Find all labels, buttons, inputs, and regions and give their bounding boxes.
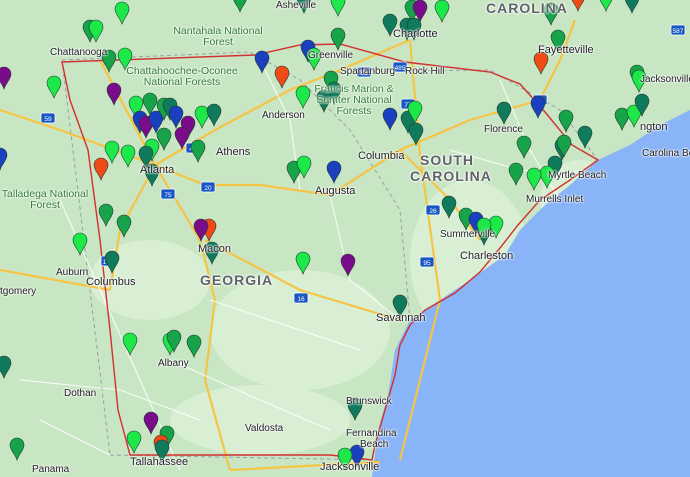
map-marker-icon[interactable] [98,203,114,227]
city-label-greenville[interactable]: Greenville [308,50,353,61]
map-marker-icon[interactable] [104,140,120,164]
city-label-augusta[interactable]: Augusta [315,185,355,197]
city-label-albany[interactable]: Albany [158,358,189,369]
city-label-auburn[interactable]: Auburn [56,267,88,278]
map-marker-icon[interactable] [168,105,184,129]
city-label-fernandina-beach[interactable]: Beach [360,439,388,450]
map-marker-icon[interactable] [72,232,88,256]
forest-label-talladega: Talladega National Forest [1,188,89,211]
city-label-athens[interactable]: Athens [216,146,250,158]
city-label-summerville[interactable]: Summerville [440,229,495,240]
highway-shield-75: 75 [160,188,176,200]
map-marker-icon[interactable] [193,218,209,242]
forest-label-nantahala: Nantahala National Forest [173,25,263,48]
city-label-macon[interactable]: Macon [198,243,231,255]
state-label-carolina: CAROLINA [410,168,492,184]
city-label-anderson[interactable]: Anderson [262,110,305,121]
svg-text:587: 587 [673,28,684,35]
city-label-valdosta[interactable]: Valdosta [245,423,283,434]
map-marker-icon[interactable] [122,332,138,356]
highway-shield-20: 20 [200,181,216,193]
map-marker-icon[interactable] [599,0,613,12]
city-label-carolina-beach[interactable]: Carolina Be [642,148,690,159]
highway-shield-16: 16 [293,292,309,304]
map-marker-icon[interactable] [93,157,109,181]
map-marker-icon[interactable] [143,411,159,435]
svg-text:20: 20 [204,185,212,192]
map-marker-icon[interactable] [233,0,247,13]
city-label-fernandina[interactable]: Fernandina [346,428,397,439]
city-label-jacksonville-nc[interactable]: Jacksonville [640,74,690,85]
forest-label-francis-marion: Francis Marion & Sumter National Forests [314,83,394,117]
map-marker-icon[interactable] [120,144,136,168]
city-label-florence[interactable]: Florence [484,124,523,135]
city-label-charleston[interactable]: Charleston [460,250,513,262]
city-label-wilmington[interactable]: ngton [640,121,668,133]
map-marker-icon[interactable] [530,95,546,119]
map-marker-icon[interactable] [558,109,574,133]
svg-text:16: 16 [297,296,305,303]
city-label-murrells-inlet[interactable]: Murrells Inlet [526,194,583,205]
city-label-tallahassee[interactable]: Tallahassee [130,456,188,468]
map-marker-icon[interactable] [516,135,532,159]
city-label-asheville[interactable]: Asheville [276,0,316,11]
map-marker-icon[interactable] [434,0,450,23]
map-marker-icon[interactable] [186,334,202,358]
svg-text:95: 95 [423,260,431,267]
map-marker-icon[interactable] [274,65,290,89]
map-marker-icon[interactable] [46,75,62,99]
map-marker-icon[interactable] [190,139,206,163]
city-label-dothan[interactable]: Dothan [64,388,96,399]
state-label-georgia: GEORGIA [200,272,274,288]
map-marker-icon[interactable] [206,103,222,127]
city-label-brunswick[interactable]: Brunswick [346,396,392,407]
city-label-columbus[interactable]: Columbus [86,276,136,288]
city-label-charlotte[interactable]: Charlotte [393,28,438,40]
svg-text:59: 59 [44,116,52,123]
city-label-columbia[interactable]: Columbia [358,150,404,162]
city-label-rock-hill[interactable]: Rock Hill [405,66,444,77]
map-marker-icon[interactable] [9,437,25,461]
map-marker-icon[interactable] [296,155,312,179]
map-view[interactable]: 48585772695741675185205940587 Nantahala … [0,0,690,477]
city-label-jacksonville-fl[interactable]: Jacksonville [320,461,379,473]
highway-shield-26: 26 [425,204,441,216]
map-marker-icon[interactable] [0,147,8,171]
map-marker-icon[interactable] [326,160,342,184]
map-marker-icon[interactable] [577,125,593,149]
map-marker-icon[interactable] [295,85,311,109]
svg-text:75: 75 [164,192,172,199]
svg-text:26: 26 [429,208,437,215]
map-marker-icon[interactable] [0,355,12,379]
city-label-savannah[interactable]: Savannah [376,312,426,324]
city-label-panama[interactable]: Panama [32,464,69,475]
map-marker-icon[interactable] [114,1,130,25]
map-marker-icon[interactable] [340,253,356,277]
city-label-chattanooga[interactable]: Chattanooga [50,47,107,58]
map-marker-icon[interactable] [496,101,512,125]
city-label-spartanburg[interactable]: Spartanburg [340,66,395,77]
state-label-north-carolina: CAROLINA [486,0,568,16]
map-marker-icon[interactable] [624,0,640,14]
map-marker-icon[interactable] [571,0,585,12]
map-marker-icon[interactable] [330,0,346,17]
city-label-fayetteville[interactable]: Fayetteville [538,44,594,56]
map-marker-icon[interactable] [526,167,542,191]
city-label-atlanta[interactable]: Atlanta [140,164,174,176]
state-label-south: SOUTH [420,152,474,168]
map-marker-icon[interactable] [330,27,346,51]
city-label-montgomery[interactable]: tgomery [0,286,36,297]
city-label-myrtle-beach[interactable]: Myrtle Beach [548,170,606,181]
highway-shield-587: 587 [670,24,686,36]
map-marker-icon[interactable] [508,162,524,186]
forest-label-chattahoochee: Chattahoochee-Oconee National Forests [126,65,238,88]
highway-shield-95: 95 [419,256,435,268]
highway-shield-59: 59 [40,112,56,124]
map-marker-icon[interactable] [254,50,270,74]
map-marker-icon[interactable] [0,66,12,90]
